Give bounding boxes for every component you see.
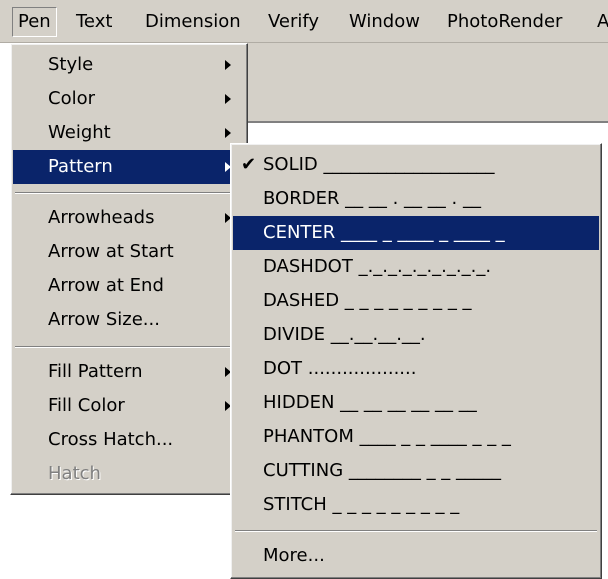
pattern-cutting[interactable]: CUTTING ________ _ _ _____ (233, 454, 599, 488)
pattern-label: PHANTOM ____ _ _ ____ _ _ _ (263, 426, 511, 447)
menu-separator (235, 530, 597, 532)
menu-item-hatch: Hatch (13, 457, 245, 491)
pattern-stitch[interactable]: STITCH _ _ _ _ _ _ _ _ _ (233, 488, 599, 522)
submenu-arrow-icon (225, 60, 231, 70)
pattern-dashdot[interactable]: DASHDOT _._._._._._._._._. (233, 250, 599, 284)
menu-item-style[interactable]: Style (13, 48, 245, 82)
menu-photorender[interactable]: PhotoRender (442, 8, 567, 36)
menu-separator (15, 192, 243, 194)
pattern-label: DASHED _ _ _ _ _ _ _ _ _ (263, 290, 472, 311)
pattern-label: DASHDOT _._._._._._._._._. (263, 256, 492, 277)
pattern-label: DOT ................... (263, 358, 417, 379)
menu-pen[interactable]: Pen (12, 7, 57, 37)
pattern-label: HIDDEN __ __ __ __ __ __ (263, 392, 477, 413)
menu-overflow[interactable]: A (592, 8, 608, 36)
menu-item-color[interactable]: Color (13, 82, 245, 116)
pattern-dot[interactable]: DOT ................... (233, 352, 599, 386)
menu-text[interactable]: Text (71, 8, 117, 36)
submenu-arrow-icon (225, 94, 231, 104)
menu-item-arrow-size[interactable]: Arrow Size... (13, 303, 245, 337)
menu-item-fill-color[interactable]: Fill Color (13, 389, 245, 423)
submenu-arrow-icon (225, 128, 231, 138)
pattern-divide[interactable]: DIVIDE __.__.__.__. (233, 318, 599, 352)
pattern-dashed[interactable]: DASHED _ _ _ _ _ _ _ _ _ (233, 284, 599, 318)
pattern-more[interactable]: More... (233, 539, 599, 573)
pattern-label: SOLID ___________________ (263, 154, 495, 175)
menu-dimension[interactable]: Dimension (140, 8, 246, 36)
menu-item-arrowheads[interactable]: Arrowheads (13, 201, 245, 235)
menu-verify[interactable]: Verify (263, 8, 324, 36)
pattern-label: BORDER __ __ . __ __ . __ (263, 188, 481, 209)
checkmark-icon: ✔ (241, 154, 257, 175)
menu-window[interactable]: Window (344, 8, 425, 36)
menu-item-weight[interactable]: Weight (13, 116, 245, 150)
menu-item-label: Style (48, 54, 94, 75)
menu-separator (15, 346, 243, 348)
pattern-border[interactable]: BORDER __ __ . __ __ . __ (233, 182, 599, 216)
menu-item-cross-hatch[interactable]: Cross Hatch... (13, 423, 245, 457)
pattern-center[interactable]: CENTER ____ _ ____ _ ____ _ (233, 216, 599, 250)
menu-item-label: Pattern (48, 156, 113, 177)
menu-item-label: Arrow at End (48, 275, 164, 296)
pattern-solid[interactable]: ✔ SOLID ___________________ (233, 148, 599, 182)
menu-item-fill-pattern[interactable]: Fill Pattern (13, 355, 245, 389)
menu-bar: Pen Text Dimension Verify Window PhotoRe… (0, 0, 608, 43)
menu-item-label: Fill Color (48, 395, 125, 416)
menu-item-label: Hatch (48, 463, 101, 484)
menu-item-pattern[interactable]: Pattern (13, 150, 245, 184)
pattern-label: CUTTING ________ _ _ _____ (263, 460, 502, 481)
pen-menu: Style Color Weight Pattern Arrowheads Ar… (10, 43, 248, 495)
menu-item-label: Weight (48, 122, 111, 143)
pattern-label: More... (263, 545, 325, 566)
menu-item-arrow-at-start[interactable]: Arrow at Start (13, 235, 245, 269)
menu-item-arrow-at-end[interactable]: Arrow at End (13, 269, 245, 303)
menu-item-label: Cross Hatch... (48, 429, 174, 450)
pattern-label: DIVIDE __.__.__.__. (263, 324, 426, 345)
menu-item-label: Arrow at Start (48, 241, 174, 262)
menu-item-label: Arrowheads (48, 207, 155, 228)
pattern-label: STITCH _ _ _ _ _ _ _ _ _ (263, 494, 460, 515)
menu-item-label: Fill Pattern (48, 361, 143, 382)
background-toolbar-panel (238, 43, 608, 123)
pattern-hidden[interactable]: HIDDEN __ __ __ __ __ __ (233, 386, 599, 420)
pattern-phantom[interactable]: PHANTOM ____ _ _ ____ _ _ _ (233, 420, 599, 454)
menu-item-label: Arrow Size... (48, 309, 160, 330)
pattern-label: CENTER ____ _ ____ _ ____ _ (263, 222, 505, 243)
menu-item-label: Color (48, 88, 95, 109)
pattern-submenu: ✔ SOLID ___________________ BORDER __ __… (230, 143, 602, 579)
